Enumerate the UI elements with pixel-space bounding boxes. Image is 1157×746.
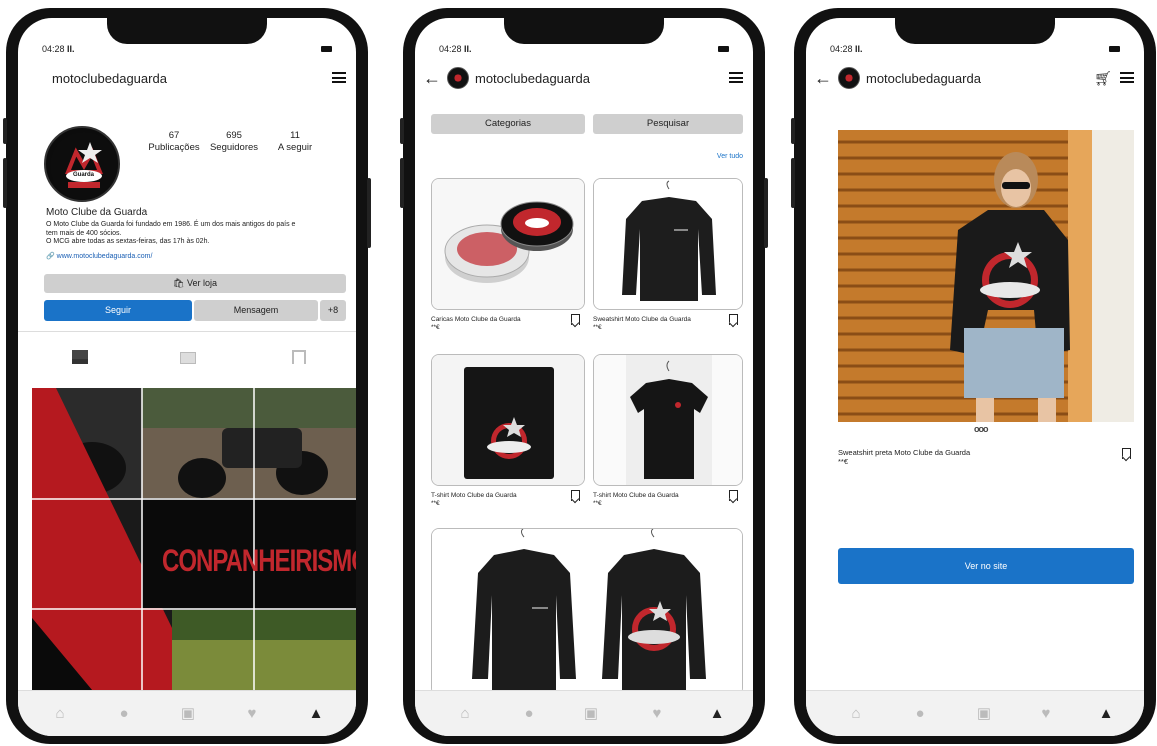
heart-icon[interactable]: ♥ (647, 704, 667, 724)
home-icon[interactable]: ⌂ (455, 704, 475, 724)
profile-bio: O Moto Clube da Guarda foi fundado em 19… (46, 221, 296, 245)
logo-text: Guarda (73, 172, 95, 178)
screen-product: 04:28 II. ← motoclubedaguarda 🛒︎ ooo Swe… (806, 18, 1144, 736)
status-time: 04:28 II. (830, 44, 863, 54)
product-image[interactable] (838, 130, 1134, 422)
notch (504, 18, 664, 44)
grid-icon (72, 350, 88, 364)
phone-product: 04:28 II. ← motoclubedaguarda 🛒︎ ooo Swe… (791, 8, 1156, 744)
notch (107, 18, 267, 44)
product-card-sweatshirt[interactable] (593, 178, 743, 310)
search-icon[interactable]: ● (114, 704, 134, 724)
profile-avatar[interactable]: Guarda (44, 126, 120, 202)
plus-square-icon[interactable]: ▣ (581, 704, 601, 724)
tab-grid[interactable] (72, 350, 88, 364)
profile-header: motoclubedaguarda (18, 66, 356, 92)
carousel-dots[interactable]: ooo (974, 424, 988, 434)
product-header: ← motoclubedaguarda 🛒︎ (806, 66, 1144, 92)
screen-shop: 04:28 II. ← motoclubedaguarda Categorias… (415, 18, 753, 736)
shop-bag-icon: 🛍︎ (173, 278, 185, 288)
status-bar: 04:28 II. (415, 44, 753, 58)
link-icon: 🔗 (46, 253, 55, 260)
avatar[interactable] (447, 67, 469, 89)
hamburger-icon[interactable] (729, 72, 743, 83)
stat-posts[interactable]: 67 Publicações (148, 130, 200, 154)
product-detail-title: Sweatshirt preta Moto Clube da Guarda **… (838, 448, 971, 466)
heart-icon[interactable]: ♥ (242, 704, 262, 724)
add-person-button[interactable]: +8 (320, 300, 346, 321)
avatar[interactable] (838, 67, 860, 89)
battery-icon (321, 46, 332, 52)
categories-button[interactable]: Categorias (431, 114, 585, 134)
search-icon[interactable]: ● (910, 704, 930, 724)
product-title: Caricas Moto Clube da Guarda **€ (431, 316, 521, 331)
phone-shop: 04:28 II. ← motoclubedaguarda Categorias… (400, 8, 768, 744)
tab-reels[interactable] (180, 352, 196, 364)
notch (895, 18, 1055, 44)
plus-square-icon[interactable]: ▣ (178, 704, 198, 724)
battery-icon (1109, 46, 1120, 52)
product-card-sweatshirt-pair[interactable] (431, 528, 743, 696)
stat-following[interactable]: 11 A seguir (270, 130, 320, 154)
message-button[interactable]: Mensagem (194, 300, 318, 321)
arrow-left-icon[interactable]: ← (423, 68, 441, 88)
cart-icon[interactable]: 🛒︎ (1094, 70, 1112, 87)
view-shop-button[interactable]: 🛍︎ Ver loja (44, 274, 346, 293)
home-icon[interactable]: ⌂ (846, 704, 866, 724)
person-icon[interactable]: ▲ (306, 704, 326, 724)
person-icon[interactable]: ▲ (1096, 704, 1116, 724)
stat-followers[interactable]: 695 Seguidores (206, 130, 262, 154)
bookmark-icon[interactable] (571, 490, 580, 501)
bookmark-icon[interactable] (729, 490, 738, 501)
phone-profile: 04:28 II. motoclubedaguarda Guarda 67 Pu… (3, 8, 371, 744)
heart-icon[interactable]: ♥ (1036, 704, 1056, 724)
posts-grid: CONPANHEIRISMO (32, 388, 356, 690)
tab-tagged[interactable] (292, 350, 308, 364)
shop-header: ← motoclubedaguarda (415, 66, 753, 92)
view-on-site-button[interactable]: Ver no site (838, 548, 1134, 584)
home-icon[interactable]: ⌂ (50, 704, 70, 724)
status-time: 04:28 II. (42, 44, 75, 54)
grid-post-text: CONPANHEIRISMO (162, 543, 356, 579)
search-shop-button[interactable]: Pesquisar (593, 114, 743, 134)
status-bar: 04:28 II. (18, 44, 356, 58)
username: motoclubedaguarda (866, 71, 981, 86)
bookmark-icon[interactable] (1122, 448, 1131, 459)
follow-button[interactable]: Seguir (44, 300, 192, 321)
bookmark-icon[interactable] (571, 314, 580, 325)
status-bar: 04:28 II. (806, 44, 1144, 58)
divider (18, 331, 356, 332)
profile-name: Moto Clube da Guarda (46, 207, 148, 218)
tag-icon (292, 350, 306, 364)
product-title: T-shirt Moto Clube da Guarda **€ (593, 492, 679, 507)
product-title: T-shirt Moto Clube da Guarda **€ (431, 492, 517, 507)
hamburger-icon[interactable] (1120, 72, 1134, 83)
username: motoclubedaguarda (475, 71, 590, 86)
product-card-tshirt-folded[interactable] (431, 354, 585, 486)
username: motoclubedaguarda (52, 71, 167, 86)
bottom-nav: ⌂ ● ▣ ♥ ▲ (415, 690, 753, 736)
product-title: Sweatshirt Moto Clube da Guarda **€ (593, 316, 691, 331)
hamburger-icon[interactable] (332, 72, 346, 83)
product-card-tshirt-hanging[interactable] (593, 354, 743, 486)
product-card-caps[interactable] (431, 178, 585, 310)
screen-profile: 04:28 II. motoclubedaguarda Guarda 67 Pu… (18, 18, 356, 736)
arrow-left-icon[interactable]: ← (814, 68, 832, 88)
status-time: 04:28 II. (439, 44, 472, 54)
battery-icon (718, 46, 729, 52)
feed-icon (180, 352, 196, 364)
see-all-link[interactable]: Ver tudo (717, 153, 743, 160)
search-icon[interactable]: ● (519, 704, 539, 724)
person-icon[interactable]: ▲ (707, 704, 727, 724)
bookmark-icon[interactable] (729, 314, 738, 325)
bottom-nav: ⌂ ● ▣ ♥ ▲ (18, 690, 356, 736)
bottom-nav: ⌂ ● ▣ ♥ ▲ (806, 690, 1144, 736)
profile-website[interactable]: 🔗 www.motoclubedaguarda.com/ (46, 252, 152, 260)
plus-square-icon[interactable]: ▣ (974, 704, 994, 724)
